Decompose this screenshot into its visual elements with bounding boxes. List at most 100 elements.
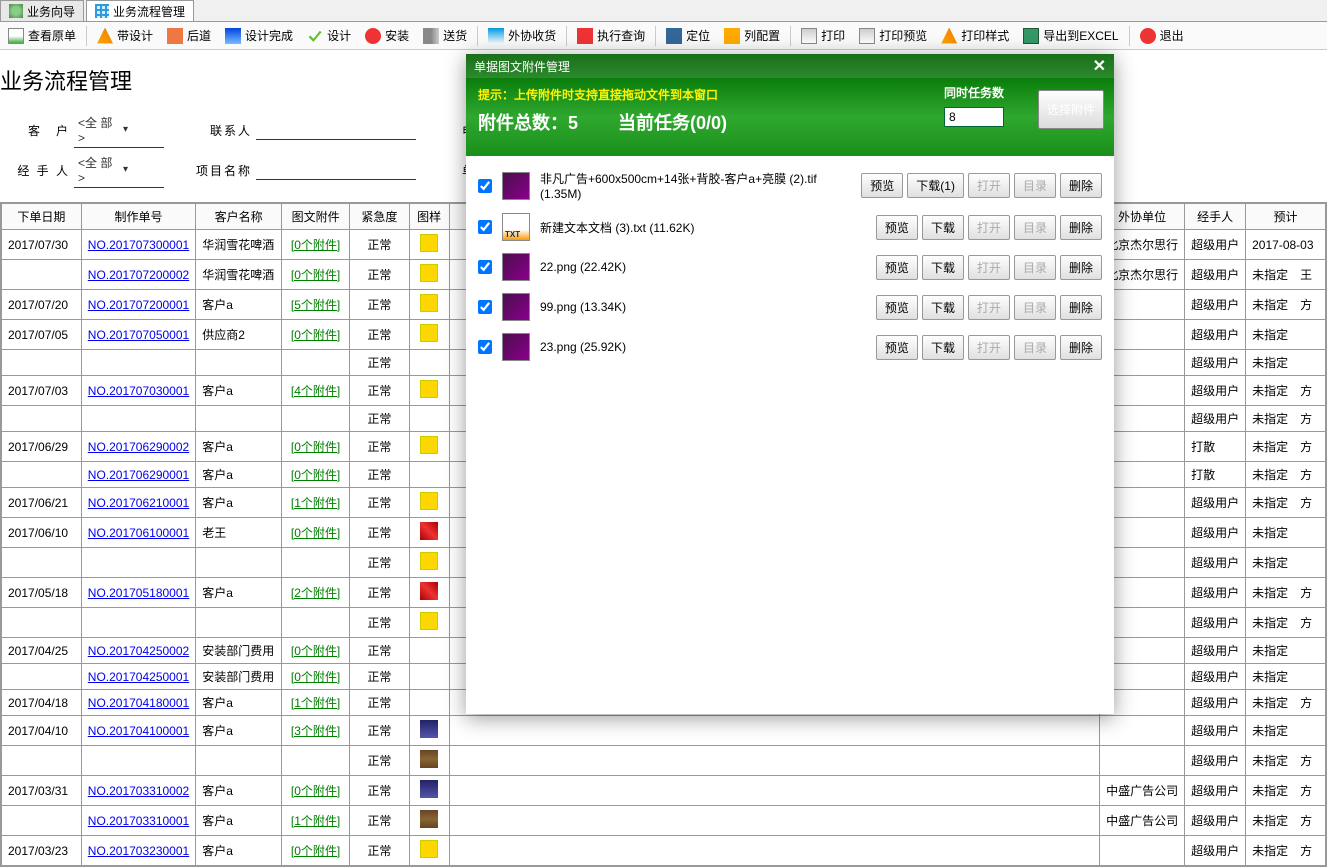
table-row[interactable]: 2017/03/23NO.201703230001客户a[0个附件]正常超级用户…: [2, 836, 1326, 866]
attachment-link[interactable]: [0个附件]: [291, 268, 340, 282]
open-button[interactable]: 打开: [968, 173, 1010, 198]
order-link[interactable]: NO.201707200001: [88, 298, 189, 312]
tb-install[interactable]: 安装: [359, 25, 415, 46]
tb-export-excel[interactable]: 导出到EXCEL: [1017, 25, 1124, 46]
dir-button[interactable]: 目录: [1014, 255, 1056, 280]
tb-col-config[interactable]: 列配置: [718, 25, 786, 46]
attachment-link[interactable]: [4个附件]: [291, 384, 340, 398]
dir-button[interactable]: 目录: [1014, 215, 1056, 240]
order-link[interactable]: NO.201706290002: [88, 440, 189, 454]
download-button[interactable]: 下载: [922, 295, 964, 320]
order-link[interactable]: NO.201707200002: [88, 268, 189, 282]
concurrent-input[interactable]: [944, 107, 1004, 127]
delete-button[interactable]: 删除: [1060, 295, 1102, 320]
col-no[interactable]: 制作单号: [81, 204, 195, 230]
project-input[interactable]: [256, 161, 416, 180]
delete-button[interactable]: 删除: [1060, 215, 1102, 240]
tb-exit[interactable]: 退出: [1134, 25, 1190, 46]
order-link[interactable]: NO.201706290001: [88, 468, 189, 482]
preview-button[interactable]: 预览: [876, 335, 918, 360]
contact-input[interactable]: [256, 121, 416, 140]
col-yy[interactable]: 预计: [1246, 204, 1326, 230]
table-row[interactable]: 2017/03/31NO.201703310002客户a[0个附件]正常中盛广告…: [2, 776, 1326, 806]
col-att[interactable]: 图文附件: [282, 204, 350, 230]
tb-view-original[interactable]: 查看原单: [2, 25, 82, 46]
attachment-link[interactable]: [0个附件]: [291, 526, 340, 540]
preview-button[interactable]: 预览: [861, 173, 903, 198]
table-row[interactable]: 正常超级用户未指定 方: [2, 746, 1326, 776]
attachment-link[interactable]: [0个附件]: [291, 670, 340, 684]
order-link[interactable]: NO.201703310001: [88, 814, 189, 828]
attachment-link[interactable]: [3个附件]: [291, 724, 340, 738]
download-button[interactable]: 下载: [922, 255, 964, 280]
tb-with-design[interactable]: 带设计: [91, 25, 159, 46]
attachment-checkbox[interactable]: [478, 300, 492, 314]
close-icon[interactable]: ✕: [1093, 56, 1106, 76]
attachment-link[interactable]: [1个附件]: [291, 696, 340, 710]
col-urg[interactable]: 紧急度: [350, 204, 410, 230]
order-link[interactable]: NO.201706100001: [88, 526, 189, 540]
download-button[interactable]: 下载: [922, 215, 964, 240]
chevron-down-icon[interactable]: ▾: [119, 162, 164, 177]
tb-back[interactable]: 后道: [161, 25, 217, 46]
chevron-down-icon[interactable]: ▾: [119, 122, 164, 137]
open-button[interactable]: 打开: [968, 295, 1010, 320]
handler-combo[interactable]: <全 部>▾: [74, 152, 164, 188]
preview-button[interactable]: 预览: [876, 255, 918, 280]
attachment-checkbox[interactable]: [478, 179, 492, 193]
delete-button[interactable]: 删除: [1060, 255, 1102, 280]
download-button[interactable]: 下载(1): [907, 173, 964, 198]
tab-process-mgmt[interactable]: 业务流程管理: [86, 0, 194, 21]
tb-design[interactable]: 设计: [301, 25, 357, 46]
order-link[interactable]: NO.201705180001: [88, 586, 189, 600]
attachment-link[interactable]: [0个附件]: [291, 468, 340, 482]
attachment-link[interactable]: [0个附件]: [291, 844, 340, 858]
table-row[interactable]: NO.201703310001客户a[1个附件]正常中盛广告公司超级用户未指定 …: [2, 806, 1326, 836]
order-link[interactable]: NO.201704250002: [88, 644, 189, 658]
tb-ship[interactable]: 送货: [417, 25, 473, 46]
dir-button[interactable]: 目录: [1014, 335, 1056, 360]
tab-guide[interactable]: 业务向导: [0, 0, 84, 21]
open-button[interactable]: 打开: [968, 255, 1010, 280]
customer-combo[interactable]: <全 部>▾: [74, 112, 164, 148]
order-link[interactable]: NO.201707030001: [88, 384, 189, 398]
col-swatch[interactable]: 图样: [409, 204, 449, 230]
order-link[interactable]: NO.201704180001: [88, 696, 189, 710]
attachment-link[interactable]: [1个附件]: [291, 496, 340, 510]
attachment-link[interactable]: [2个附件]: [291, 586, 340, 600]
attachment-checkbox[interactable]: [478, 260, 492, 274]
dialog-titlebar[interactable]: 单据图文附件管理 ✕: [466, 54, 1114, 78]
attachment-link[interactable]: [0个附件]: [291, 784, 340, 798]
table-row[interactable]: 2017/04/10NO.201704100001客户a[3个附件]正常超级用户…: [2, 716, 1326, 746]
order-link[interactable]: NO.201704250001: [88, 670, 189, 684]
order-link[interactable]: NO.201704100001: [88, 724, 189, 738]
tb-external-recv[interactable]: 外协收货: [482, 25, 562, 46]
tb-print[interactable]: 打印: [795, 25, 851, 46]
attachment-link[interactable]: [0个附件]: [291, 328, 340, 342]
tb-locate[interactable]: 定位: [660, 25, 716, 46]
attachment-link[interactable]: [0个附件]: [291, 440, 340, 454]
col-date[interactable]: 下单日期: [2, 204, 82, 230]
attachment-link[interactable]: [5个附件]: [291, 298, 340, 312]
order-link[interactable]: NO.201707050001: [88, 328, 189, 342]
download-button[interactable]: 下载: [922, 335, 964, 360]
col-cust[interactable]: 客户名称: [196, 204, 282, 230]
delete-button[interactable]: 删除: [1060, 335, 1102, 360]
attachment-link[interactable]: [1个附件]: [291, 814, 340, 828]
preview-button[interactable]: 预览: [876, 215, 918, 240]
order-link[interactable]: NO.201706210001: [88, 496, 189, 510]
col-jh[interactable]: 经手人: [1185, 204, 1246, 230]
tb-execute-query[interactable]: 执行查询: [571, 25, 651, 46]
dir-button[interactable]: 目录: [1014, 173, 1056, 198]
tb-design-done[interactable]: 设计完成: [219, 25, 299, 46]
tb-print-style[interactable]: 打印样式: [935, 25, 1015, 46]
attachment-checkbox[interactable]: [478, 340, 492, 354]
select-file-button[interactable]: 选择附件: [1038, 90, 1104, 129]
delete-button[interactable]: 删除: [1060, 173, 1102, 198]
dir-button[interactable]: 目录: [1014, 295, 1056, 320]
order-link[interactable]: NO.201707300001: [88, 238, 189, 252]
attachment-link[interactable]: [0个附件]: [291, 644, 340, 658]
order-link[interactable]: NO.201703230001: [88, 844, 189, 858]
attachment-link[interactable]: [0个附件]: [291, 238, 340, 252]
order-link[interactable]: NO.201703310002: [88, 784, 189, 798]
